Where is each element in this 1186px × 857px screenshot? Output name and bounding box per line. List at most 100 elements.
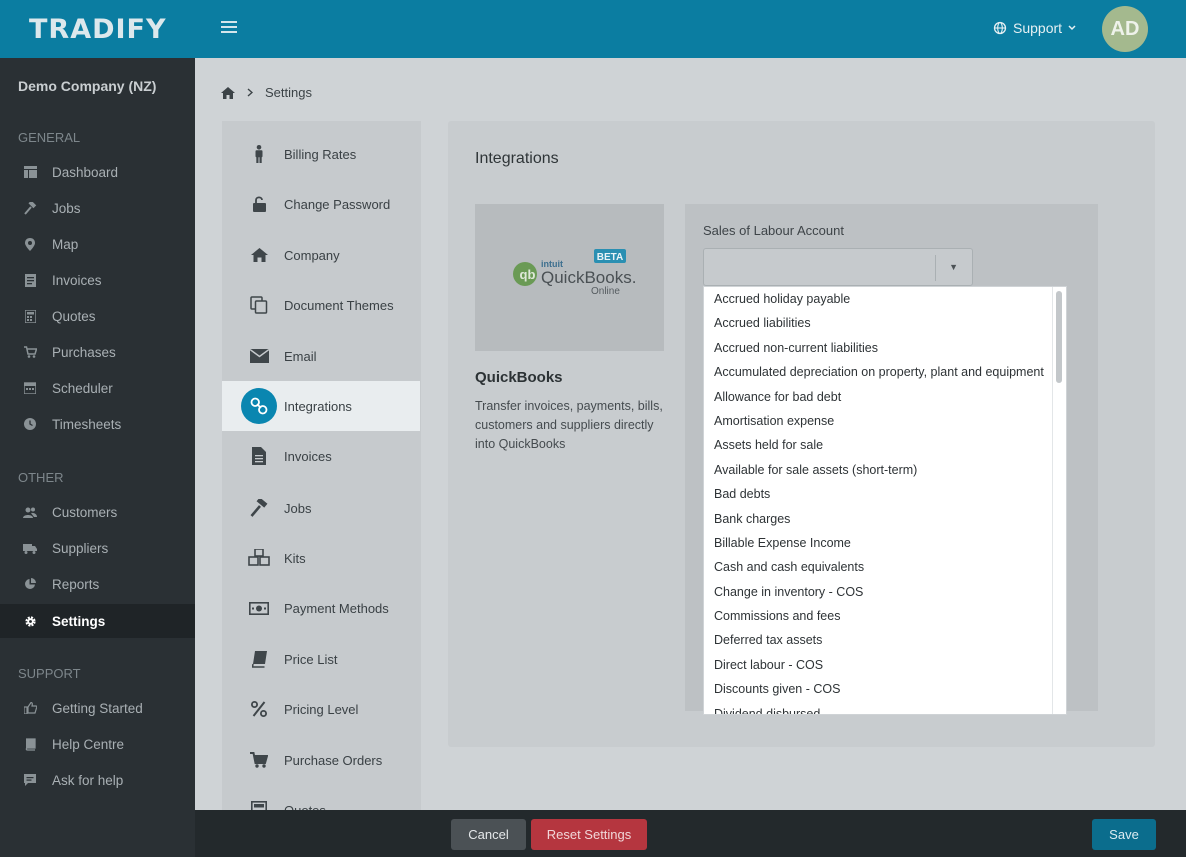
settings-item-change-password[interactable]: Change Password bbox=[222, 179, 421, 229]
breadcrumb: Settings bbox=[221, 85, 312, 100]
dropdown-option[interactable]: Billable Expense Income bbox=[704, 531, 1066, 555]
pie-chart-icon bbox=[22, 576, 38, 592]
hammer-icon bbox=[22, 200, 38, 216]
sidebar-item-ask-for-help[interactable]: Ask for help bbox=[0, 763, 195, 797]
unlock-icon bbox=[241, 186, 277, 222]
settings-item-invoices[interactable]: Invoices bbox=[222, 431, 421, 481]
cart-icon bbox=[241, 742, 277, 778]
section-heading-general: GENERAL bbox=[18, 130, 81, 145]
percent-icon bbox=[241, 691, 277, 727]
settings-item-label: Purchase Orders bbox=[284, 752, 383, 768]
dropdown-option[interactable]: Discounts given - COS bbox=[704, 677, 1066, 701]
invoice-icon bbox=[22, 272, 38, 288]
clock-icon bbox=[22, 416, 38, 432]
map-pin-icon bbox=[22, 236, 38, 252]
sidebar-item-reports[interactable]: Reports bbox=[0, 567, 195, 601]
calendar-icon bbox=[22, 380, 38, 396]
scrollbar[interactable] bbox=[1052, 287, 1066, 714]
dropdown-option[interactable]: Allowance for bad debt bbox=[704, 385, 1066, 409]
sidebar: Demo Company (NZ) GENERAL Dashboard Jobs… bbox=[0, 58, 195, 857]
tradify-logo[interactable]: TRADIFY bbox=[29, 14, 167, 45]
document-icon bbox=[241, 438, 277, 474]
copy-icon bbox=[241, 287, 277, 323]
sidebar-item-label: Reports bbox=[52, 576, 100, 592]
settings-item-company[interactable]: Company bbox=[222, 230, 421, 280]
sidebar-item-label: Help Centre bbox=[52, 736, 125, 752]
top-bar: TRADIFY Support AD bbox=[0, 0, 1186, 58]
save-button[interactable]: Save bbox=[1092, 819, 1156, 850]
sidebar-item-suppliers[interactable]: Suppliers bbox=[0, 531, 195, 565]
reset-settings-button[interactable]: Reset Settings bbox=[531, 819, 647, 850]
online-label: Online bbox=[591, 286, 620, 297]
dropdown-option[interactable]: Accrued liabilities bbox=[704, 311, 1066, 335]
caret-down-icon[interactable]: ▼ bbox=[949, 262, 958, 272]
cubes-icon bbox=[241, 540, 277, 576]
dropdown-option[interactable]: Bank charges bbox=[704, 507, 1066, 531]
dropdown-option[interactable]: Accrued non-current liabilities bbox=[704, 336, 1066, 360]
sidebar-item-label: Quotes bbox=[52, 308, 96, 324]
globe-icon bbox=[993, 21, 1007, 35]
sidebar-item-help-centre[interactable]: Help Centre bbox=[0, 727, 195, 761]
dropdown-option[interactable]: Available for sale assets (short-term) bbox=[704, 458, 1066, 482]
dropdown-option[interactable]: Dividend disbursed bbox=[704, 702, 1066, 714]
dropdown-option[interactable]: Bad debts bbox=[704, 482, 1066, 506]
cancel-button[interactable]: Cancel bbox=[451, 819, 526, 850]
sales-of-labour-label: Sales of Labour Account bbox=[703, 223, 844, 238]
sidebar-item-jobs[interactable]: Jobs bbox=[0, 191, 195, 225]
account-dropdown-list[interactable]: Accrued holiday payable Accrued liabiliti… bbox=[703, 286, 1067, 715]
users-icon bbox=[22, 504, 38, 520]
quickbooks-wordmark: QuickBooks. bbox=[541, 268, 636, 287]
dropdown-option[interactable]: Accrued holiday payable bbox=[704, 287, 1066, 311]
sidebar-item-label: Settings bbox=[52, 613, 106, 629]
settings-item-jobs[interactable]: Jobs bbox=[222, 483, 421, 533]
sidebar-item-dashboard[interactable]: Dashboard bbox=[0, 155, 195, 189]
settings-item-email[interactable]: Email bbox=[222, 331, 421, 381]
dropdown-option[interactable]: Direct labour - COS bbox=[704, 653, 1066, 677]
settings-item-document-themes[interactable]: Document Themes bbox=[222, 280, 421, 330]
user-avatar[interactable]: AD bbox=[1102, 6, 1148, 52]
hamburger-menu-icon[interactable] bbox=[221, 21, 237, 35]
dropdown-option[interactable]: Commissions and fees bbox=[704, 604, 1066, 628]
sidebar-item-settings[interactable]: Settings bbox=[0, 604, 195, 638]
dropdown-option[interactable]: Accumulated depreciation on property, pl… bbox=[704, 360, 1066, 384]
sidebar-item-timesheets[interactable]: Timesheets bbox=[0, 407, 195, 441]
section-heading-other: OTHER bbox=[18, 470, 64, 485]
settings-item-kits[interactable]: Kits bbox=[222, 533, 421, 583]
sidebar-item-quotes[interactable]: Quotes bbox=[0, 299, 195, 333]
settings-item-price-list[interactable]: Price List bbox=[222, 634, 421, 684]
integration-name: QuickBooks bbox=[475, 369, 563, 386]
settings-item-pricing-level[interactable]: Pricing Level bbox=[222, 684, 421, 734]
settings-item-label: Company bbox=[284, 247, 340, 263]
sidebar-item-customers[interactable]: Customers bbox=[0, 495, 195, 529]
sidebar-item-scheduler[interactable]: Scheduler bbox=[0, 371, 195, 405]
dropdown-option[interactable]: Change in inventory - COS bbox=[704, 580, 1066, 604]
sales-of-labour-select[interactable]: ▼ bbox=[703, 248, 973, 286]
dropdown-option[interactable]: Deferred tax assets bbox=[704, 628, 1066, 652]
dropdown-option[interactable]: Amortisation expense bbox=[704, 409, 1066, 433]
sidebar-item-map[interactable]: Map bbox=[0, 227, 195, 261]
dropdown-option[interactable]: Cash and cash equivalents bbox=[704, 555, 1066, 579]
quickbooks-card[interactable]: qb BETA intuit QuickBooks. Online bbox=[475, 204, 664, 351]
sidebar-item-label: Getting Started bbox=[52, 700, 143, 716]
dropdown-option[interactable]: Assets held for sale bbox=[704, 433, 1066, 457]
quickbooks-logo: qb BETA intuit QuickBooks. Online bbox=[513, 249, 636, 297]
home-icon bbox=[241, 237, 277, 273]
sidebar-item-invoices[interactable]: Invoices bbox=[0, 263, 195, 297]
scrollbar-thumb[interactable] bbox=[1056, 291, 1062, 383]
dashboard-icon bbox=[22, 164, 38, 180]
chevron-right-icon bbox=[247, 88, 253, 97]
integration-description: Transfer invoices, payments, bills, cust… bbox=[475, 399, 663, 451]
home-icon[interactable] bbox=[221, 86, 235, 99]
settings-item-payment-methods[interactable]: Payment Methods bbox=[222, 583, 421, 633]
chevron-down-icon bbox=[1068, 25, 1076, 31]
settings-item-integrations[interactable]: Integrations bbox=[222, 381, 420, 431]
envelope-icon bbox=[241, 338, 277, 374]
sidebar-item-label: Timesheets bbox=[52, 416, 122, 432]
settings-item-billing-rates[interactable]: Billing Rates bbox=[222, 129, 421, 179]
support-menu[interactable]: Support bbox=[993, 20, 1076, 36]
footer-action-bar: Cancel Reset Settings Save bbox=[195, 810, 1186, 857]
settings-item-purchase-orders[interactable]: Purchase Orders bbox=[222, 735, 421, 785]
sidebar-item-purchases[interactable]: Purchases bbox=[0, 335, 195, 369]
sidebar-item-getting-started[interactable]: Getting Started bbox=[0, 691, 195, 725]
truck-icon bbox=[22, 540, 38, 556]
